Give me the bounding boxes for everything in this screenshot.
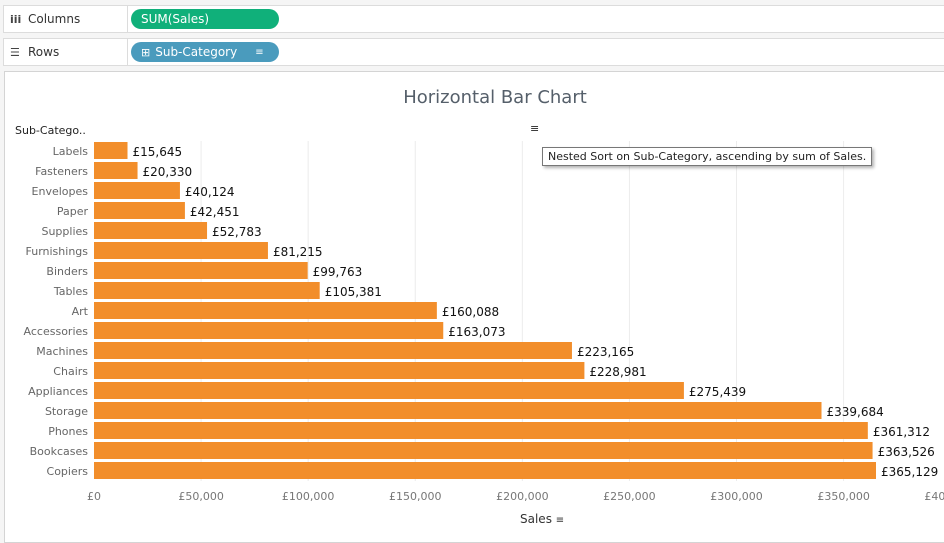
data-label: £15,645 [133,145,183,159]
bar[interactable] [94,242,268,259]
category-label: Bookcases [30,445,89,458]
bar[interactable] [94,222,208,239]
category-label: Machines [36,345,88,358]
category-label: Accessories [24,325,89,338]
bar[interactable] [94,462,876,479]
category-label: Supplies [41,225,88,238]
x-axis-label[interactable]: Sales ≡ [520,512,564,526]
x-tick-label: £300,000 [710,490,763,503]
sort-tooltip: Nested Sort on Sub-Category, ascending b… [542,147,873,166]
data-label: £365,129 [881,465,938,479]
category-label: Storage [45,405,88,418]
data-label: £40,124 [185,185,235,199]
data-label: £99,763 [313,265,363,279]
bar[interactable] [94,142,128,159]
data-label: £275,439 [689,385,746,399]
bar[interactable] [94,362,585,379]
bar[interactable] [94,342,572,359]
bar[interactable] [94,402,822,419]
bar[interactable] [94,162,138,179]
category-label: Phones [48,425,88,438]
data-label: £42,451 [190,205,240,219]
category-label: Chairs [53,365,88,378]
data-label: £163,073 [448,325,505,339]
category-label: Furnishings [26,245,89,258]
category-label: Art [72,305,89,318]
data-label: £361,312 [873,425,930,439]
bar[interactable] [94,422,868,439]
data-label: £52,783 [212,225,262,239]
data-label: £20,330 [143,165,193,179]
bar[interactable] [94,182,180,199]
data-label: £105,381 [325,285,382,299]
data-label: £228,981 [589,365,646,379]
bar-chart: £0 £50,000 £100,000 £150,000 £200,000 £250,00… [24,141,944,503]
x-tick-label: £400,000 [924,490,944,503]
data-label: £160,088 [442,305,499,319]
bar[interactable] [94,322,444,339]
bar[interactable] [94,382,684,399]
category-label: Binders [46,265,88,278]
bar[interactable] [94,262,308,279]
data-label: £223,165 [577,345,634,359]
category-label: Labels [53,145,89,158]
category-label: Paper [57,205,89,218]
x-axis-title: Sales [520,512,552,526]
data-label: £363,526 [878,445,935,459]
sort-icon[interactable]: ≡ [556,515,564,526]
category-label: Copiers [47,465,89,478]
category-label: Tables [53,285,88,298]
x-tick-label: £250,000 [603,490,656,503]
x-tick-label: £200,000 [496,490,549,503]
x-tick-label: £100,000 [282,490,335,503]
bar[interactable] [94,442,873,459]
bar[interactable] [94,202,185,219]
category-label: Fasteners [35,165,88,178]
category-label: Appliances [28,385,88,398]
bar[interactable] [94,302,437,319]
category-label: Envelopes [32,185,89,198]
bar[interactable] [94,282,320,299]
data-label: £81,215 [273,245,323,259]
x-tick-label: £50,000 [178,490,224,503]
x-tick-label: £150,000 [389,490,442,503]
x-tick-label: £0 [87,490,101,503]
data-label: £339,684 [827,405,884,419]
x-tick-label: £350,000 [817,490,870,503]
